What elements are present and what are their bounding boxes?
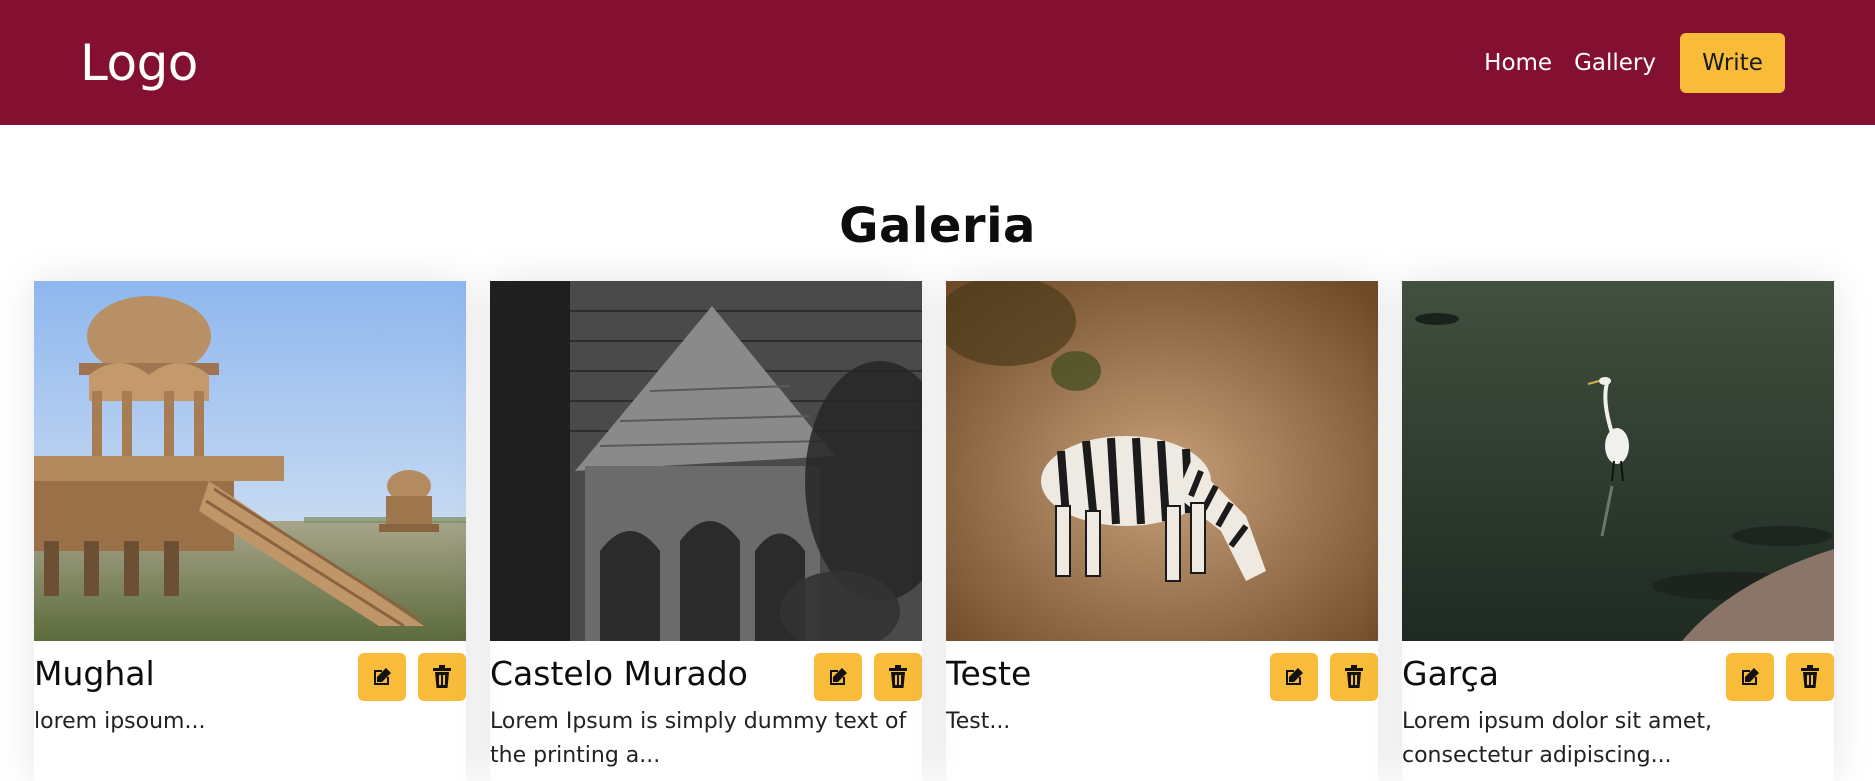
nav-menu: Home Gallery Write — [1484, 32, 1785, 93]
nav-link-home[interactable]: Home — [1484, 50, 1552, 76]
card-title: Garça — [1402, 654, 1500, 693]
gallery-card: Mughal lorem ipsoum... — [34, 281, 466, 781]
trash-icon — [433, 665, 451, 688]
trash-icon — [1801, 665, 1819, 688]
trash-icon — [1345, 665, 1363, 688]
card-actions — [1270, 653, 1378, 701]
edit-icon — [830, 668, 847, 685]
card-description: lorem ipsoum... — [34, 709, 206, 734]
gallery-card: Teste Test... — [946, 281, 1378, 781]
edit-button[interactable] — [358, 653, 406, 701]
card-description: Test... — [946, 709, 1011, 734]
nav-link-gallery[interactable]: Gallery — [1574, 50, 1656, 76]
trash-icon — [889, 665, 907, 688]
edit-button[interactable] — [1270, 653, 1318, 701]
navbar: Logo Home Gallery Write — [0, 0, 1875, 125]
gallery-grid: Mughal lorem ipsoum... Castelo Murado Lo… — [34, 281, 1834, 781]
card-image[interactable] — [946, 281, 1378, 641]
gallery-card: Garça Lorem ipsum dolor sit amet, consec… — [1402, 281, 1834, 781]
edit-button[interactable] — [1726, 653, 1774, 701]
edit-icon — [374, 668, 391, 685]
card-actions — [814, 653, 922, 701]
card-image[interactable] — [490, 281, 922, 641]
card-actions — [358, 653, 466, 701]
write-button[interactable]: Write — [1680, 32, 1785, 93]
logo[interactable]: Logo — [80, 34, 198, 92]
gallery-card: Castelo Murado Lorem Ipsum is simply dum… — [490, 281, 922, 781]
delete-button[interactable] — [874, 653, 922, 701]
card-actions — [1726, 653, 1834, 701]
card-image[interactable] — [34, 281, 466, 641]
edit-icon — [1742, 668, 1759, 685]
page-title: Galeria — [839, 198, 1036, 254]
delete-button[interactable] — [1786, 653, 1834, 701]
card-title: Mughal — [34, 654, 155, 693]
edit-icon — [1286, 668, 1303, 685]
card-title: Castelo Murado — [490, 654, 748, 693]
edit-button[interactable] — [814, 653, 862, 701]
delete-button[interactable] — [1330, 653, 1378, 701]
delete-button[interactable] — [418, 653, 466, 701]
card-title: Teste — [946, 654, 1032, 693]
card-image[interactable] — [1402, 281, 1834, 641]
